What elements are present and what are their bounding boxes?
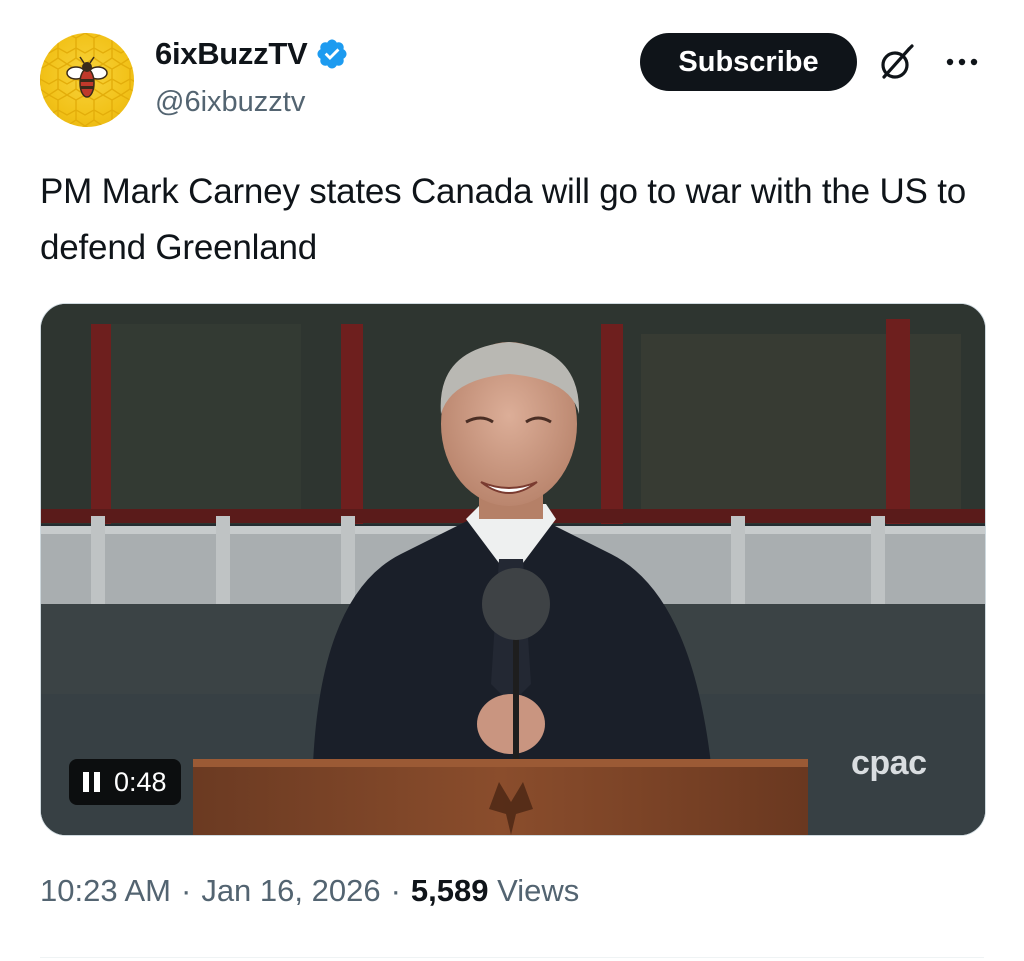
- video-timer[interactable]: 0:48: [69, 759, 181, 805]
- author-name-row: 6ixBuzzTV: [155, 36, 349, 72]
- avatar[interactable]: [40, 33, 134, 127]
- grok-icon[interactable]: [876, 43, 916, 83]
- divider: [40, 957, 984, 958]
- bee-logo-icon: [40, 33, 134, 127]
- author-display-name[interactable]: 6ixBuzzTV: [155, 36, 308, 72]
- author-handle[interactable]: @6ixbuzztv: [155, 86, 305, 119]
- video-frame: [41, 304, 985, 835]
- more-icon[interactable]: [940, 42, 984, 82]
- verified-badge-icon: [317, 39, 347, 69]
- views-count: 5,589: [410, 873, 489, 908]
- meta-separator: ·: [180, 873, 192, 908]
- subscribe-button[interactable]: Subscribe: [640, 33, 857, 91]
- tweet-meta: 10:23 AM · Jan 16, 2026 · 5,589 Views: [40, 873, 579, 909]
- video-elapsed-time: 0:48: [114, 766, 167, 797]
- pause-icon[interactable]: [83, 772, 100, 792]
- views-label: Views: [497, 873, 580, 908]
- tweet-text: PM Mark Carney states Canada will go to …: [40, 172, 967, 267]
- cpac-watermark: cpac: [851, 744, 927, 782]
- tweet-time[interactable]: 10:23 AM: [40, 873, 171, 909]
- video-player[interactable]: 0:48 cpac: [40, 303, 986, 836]
- tweet-date[interactable]: Jan 16, 2026: [201, 873, 380, 909]
- meta-separator: ·: [390, 873, 401, 908]
